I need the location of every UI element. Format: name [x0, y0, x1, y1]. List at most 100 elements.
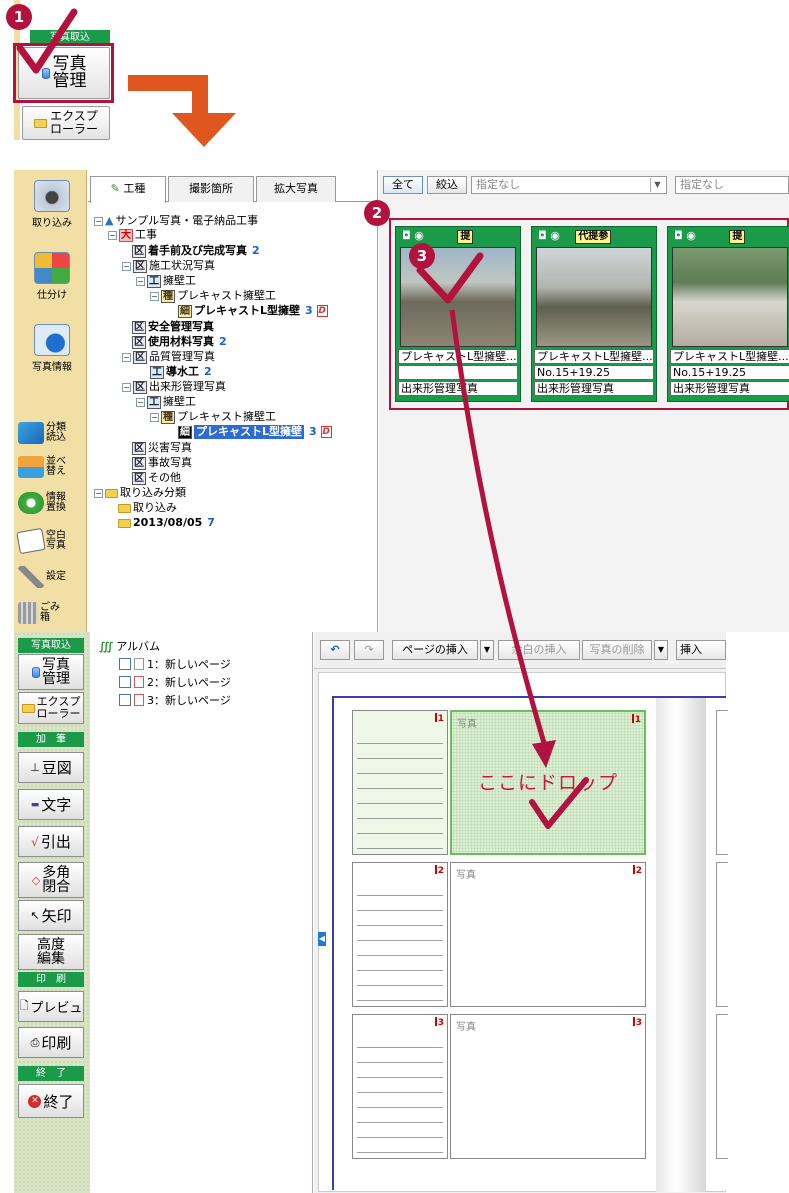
advanced-edit-button[interactable]: 高度 編集 [18, 934, 84, 970]
undo-button[interactable]: ↶ [320, 640, 350, 660]
album-page-item[interactable]: 2：新しいページ [119, 674, 231, 690]
tree-sonota[interactable]: 区 その他 [132, 471, 181, 485]
tree-shiyou[interactable]: 区 使用材料写真 2 [132, 335, 227, 349]
tree-import-category[interactable]: − 取り込み分類 [94, 486, 186, 500]
tree-import[interactable]: 取り込み [118, 501, 177, 515]
camera-small-icon: ◘ [674, 229, 683, 242]
text-button[interactable]: ▬ 文字 [18, 789, 84, 820]
tree-chakushu[interactable]: 区 着手前及び完成写真 2 [132, 244, 260, 258]
camera-small-icon: ◘ [402, 229, 411, 242]
scroll-left-icon[interactable]: ◀ [318, 932, 326, 946]
album-icon: ∭ [99, 639, 114, 653]
import-tool[interactable]: 取り込み [22, 180, 82, 229]
trash-icon [18, 602, 38, 624]
tree-precast-l-1[interactable]: 細 プレキャストL型擁壁 3 D [178, 304, 328, 318]
album-book-pane: ↶ ↷ ページの挿入 ▼ 余白の挿入 写真の削除 ▼ 挿入 ◀ 1 写真 1 こ… [314, 632, 728, 1193]
sort-tool[interactable]: 仕分け [22, 252, 82, 301]
disc-icon: ◉ [550, 229, 560, 242]
page-checkbox[interactable] [119, 694, 131, 706]
photo-card[interactable]: ◘ ◉ 提 プレキャストL型擁壁... No.15+19.25 出来形管理写真 [667, 226, 789, 402]
tree-koji[interactable]: − 大 工事 [108, 228, 157, 242]
tree-saigai[interactable]: 区 災害写真 [132, 441, 192, 455]
photo-slot[interactable]: 写真 2 [450, 862, 646, 1007]
photo-card[interactable]: ◘ ◉ 代提参 プレキャストL型擁壁... No.15+19.25 出来形管理写… [531, 226, 657, 402]
tree-date[interactable]: 2013/08/05 7 [118, 516, 215, 530]
note-slot[interactable]: 1 [352, 710, 448, 855]
album-tree-pane: ∭ アルバム 1：新しいページ 2：新しいページ 3：新しいページ [91, 632, 313, 1193]
arrow-button[interactable]: ↖ 矢印 [18, 900, 84, 931]
tree-dosui[interactable]: 工 導水工 2 [150, 365, 212, 379]
insert-blank-button[interactable]: 余白の挿入 [498, 640, 580, 660]
tree-precast-2[interactable]: − 種 プレキャスト擁壁工 [150, 410, 276, 424]
tree-jiko[interactable]: 区 事故写真 [132, 456, 192, 470]
annotate-group-header: 加 筆 [18, 732, 84, 747]
insert-page-button[interactable]: ページの挿入 [392, 640, 478, 660]
disc-icon: ◉ [414, 229, 424, 242]
exit-button[interactable]: ✕ 終了 [18, 1084, 84, 1118]
mame-zu-button[interactable]: ⊥ 豆図 [18, 752, 84, 783]
folder-icon [118, 518, 131, 528]
explorer-button[interactable]: エクスプ ローラー [18, 692, 84, 724]
collapse-icon: − [136, 397, 145, 407]
delete-photo-button[interactable]: 写真の削除 [582, 640, 652, 660]
photo-slot[interactable]: 写真 3 [450, 1014, 646, 1159]
tree-yoheki-1[interactable]: − 工 擁壁工 [136, 274, 196, 288]
filter-button[interactable]: 絞込 [427, 176, 467, 194]
photo-management-button[interactable]: 写真 管理 [18, 654, 84, 690]
reorder-tool[interactable]: 並べ 替え [18, 452, 84, 482]
leader-button[interactable]: √ 引出 [18, 826, 84, 857]
classify-load-tool[interactable]: 分類 読込 [18, 418, 84, 448]
tree-hinshitsu[interactable]: − 区 品質管理写真 [122, 350, 215, 364]
trash-tool[interactable]: ごみ 箱 [18, 598, 84, 628]
note-slot[interactable]: 3 [352, 1014, 448, 1159]
blank-photo-tool[interactable]: 空白 写真 [16, 526, 84, 556]
delete-photo-dropdown[interactable]: ▼ [654, 640, 668, 660]
preview-button[interactable]: 🗋 プレビュ [18, 991, 84, 1022]
page-icon [134, 694, 144, 706]
photo-info-tool[interactable]: 写真情報 [22, 324, 82, 373]
photo-slot-drop-target[interactable]: 写真 1 ここにドロップ [450, 710, 646, 855]
tree-anzen[interactable]: 区 安全管理写真 [132, 320, 214, 334]
collapse-icon: − [122, 382, 131, 392]
redo-button[interactable]: ↷ [354, 640, 384, 660]
sort-icon [34, 252, 70, 284]
tree-precast-1[interactable]: − 種 プレキャスト擁壁工 [150, 289, 276, 303]
settings-tool[interactable]: 設定 [18, 562, 84, 592]
checkmark-icon [16, 8, 78, 74]
photo-list-pane: 全て 絞込 指定なし ▼ 指定なし ◘ ◉ 提 プレキャストL型擁壁... 出来… [379, 170, 789, 632]
insert-button[interactable]: 挿入 [676, 640, 726, 660]
print-button[interactable]: ⎙ 印刷 [18, 1027, 84, 1058]
explorer-button[interactable]: エクスプ ローラー [22, 106, 110, 140]
tree-root[interactable]: − ▲ サンプル写真・電子納品工事 [94, 214, 258, 228]
collapse-icon: − [150, 412, 159, 422]
polygon-button[interactable]: ◇ 多角 閉合 [18, 862, 84, 898]
insert-page-dropdown[interactable]: ▼ [480, 640, 494, 660]
photo-thumbnail [672, 247, 788, 347]
info-icon [34, 324, 70, 356]
album-root[interactable]: ∭ アルバム [99, 638, 160, 654]
close-icon: ✕ [28, 1094, 42, 1108]
folder-icon [105, 488, 118, 498]
tree-sekou[interactable]: − 区 施工状況写真 [122, 259, 215, 273]
tree-dekigata[interactable]: − 区 出来形管理写真 [122, 380, 226, 394]
collapse-icon: − [150, 291, 159, 301]
album-page-item[interactable]: 1：新しいページ [119, 656, 231, 672]
tab-zoom-photo[interactable]: 拡大写真 [256, 176, 336, 202]
page-checkbox[interactable] [119, 658, 131, 670]
d-flag-icon: D [320, 426, 332, 438]
tab-koshu[interactable]: ✎ 工種 [90, 176, 166, 203]
preview-icon: 🗋 [19, 999, 29, 1012]
tab-location[interactable]: 撮影箇所 [168, 176, 254, 202]
tree-yoheki-2[interactable]: − 工 擁壁工 [136, 395, 196, 409]
filter-combo-2[interactable]: 指定なし [675, 176, 789, 194]
redo-icon: ↷ [364, 643, 374, 656]
tree-precast-l-selected[interactable]: 細 プレキャストL型擁壁 3 D [178, 425, 332, 439]
filter-combo-1[interactable]: 指定なし ▼ [471, 176, 667, 194]
album-sidebar: 写真取込 写真 管理 エクスプ ローラー 加 筆 ⊥ 豆図 ▬ 文字 √ 引出 … [14, 632, 90, 1193]
note-slot[interactable]: 2 [352, 862, 448, 1007]
replace-info-tool[interactable]: 情報 置換 [18, 488, 84, 518]
page-checkbox[interactable] [119, 676, 131, 688]
step-3-badge: 3 [409, 243, 435, 269]
album-page-item[interactable]: 3：新しいページ [119, 692, 231, 708]
all-button[interactable]: 全て [383, 176, 423, 194]
